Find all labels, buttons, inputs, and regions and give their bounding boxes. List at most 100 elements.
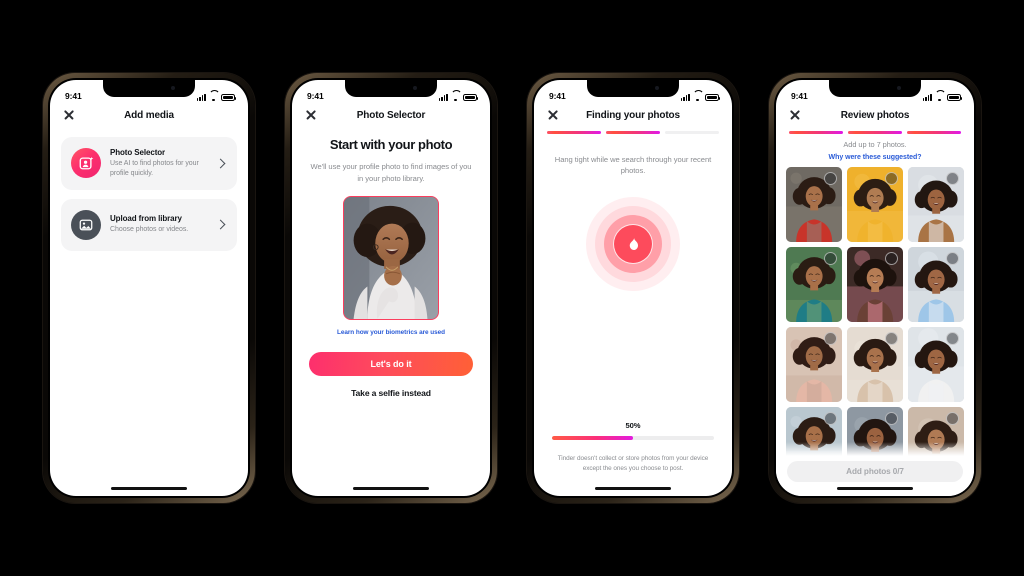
subtitle: We'll use your profile photo to find ima… [310, 162, 472, 183]
step-segment-3 [907, 131, 961, 134]
progress-bar-track [552, 435, 714, 441]
home-indicator [111, 486, 187, 490]
front-camera-icon [171, 86, 175, 90]
photo-select-checkbox[interactable] [824, 171, 838, 185]
photo-select-checkbox[interactable] [885, 331, 899, 345]
cellular-bars-icon [438, 94, 448, 101]
wifi-icon [935, 94, 944, 101]
photo-tile-9[interactable] [907, 326, 964, 402]
review-footer: Add photos 0/7 [776, 456, 974, 496]
battery-icon [221, 94, 237, 101]
photo-select-checkbox[interactable] [885, 411, 899, 425]
photo-tile-1[interactable] [786, 166, 843, 243]
option-title: Photo Selector [110, 148, 166, 157]
photo-select-checkbox[interactable] [824, 251, 838, 265]
photo-tile-2[interactable] [846, 166, 904, 243]
photo-tile-8[interactable] [846, 326, 904, 402]
photo-grid [786, 166, 964, 456]
photo-tile-5[interactable] [846, 246, 904, 323]
photo-grid-scroll[interactable] [776, 161, 974, 456]
phone-bezel: 9:41 Add media Photo Selector Use AI to … [48, 78, 250, 498]
home-indicator [837, 486, 913, 490]
photo-select-checkbox[interactable] [885, 171, 899, 185]
screen-photo-selector: 9:41 Photo Selector Start with your phot… [292, 80, 490, 496]
cellular-bars-icon [922, 94, 932, 101]
add-photos-button[interactable]: Add photos 0/7 [787, 461, 963, 482]
photo-select-checkbox[interactable] [945, 331, 959, 345]
photo-select-checkbox[interactable] [945, 251, 959, 265]
step-progress [776, 128, 974, 134]
screen-review-photos: 9:41 Review photos Add up to 7 photos. W… [776, 80, 974, 496]
photo-tile-4[interactable] [786, 246, 843, 323]
phone-2-photo-selector: 9:41 Photo Selector Start with your phot… [285, 73, 497, 503]
phone-1-add-media: 9:41 Add media Photo Selector Use AI to … [43, 73, 255, 503]
chevron-right-icon [215, 219, 226, 230]
screenshot-stage: 9:41 Add media Photo Selector Use AI to … [0, 0, 1024, 576]
photo-select-checkbox[interactable] [885, 251, 899, 265]
option-subtitle: Use AI to find photos for your profile q… [110, 159, 199, 177]
status-time: 9:41 [791, 91, 808, 101]
heading: Start with your photo [329, 137, 453, 152]
phone-bezel: 9:41 Photo Selector Start with your phot… [290, 78, 492, 498]
home-indicator [353, 486, 429, 490]
notch [829, 80, 921, 97]
progress-percent: 50% [625, 420, 641, 430]
photo-selector-body: Start with your photo We'll use your pro… [292, 128, 490, 496]
screen-add-media: 9:41 Add media Photo Selector Use AI to … [50, 80, 248, 496]
phone-bezel: 9:41 Finding your photos Hang tight whil… [532, 78, 734, 498]
photo-select-checkbox[interactable] [824, 331, 838, 345]
nav-bar: Finding your photos [534, 102, 732, 128]
photo-select-checkbox[interactable] [945, 411, 959, 425]
cellular-bars-icon [680, 94, 690, 101]
photo-tile-3[interactable] [907, 166, 964, 243]
nav-bar: Review photos [776, 102, 974, 128]
battery-icon [463, 94, 479, 101]
front-camera-icon [897, 86, 901, 90]
privacy-disclaimer: Tinder doesn't collect or store photos f… [557, 455, 709, 473]
photo-select-checkbox[interactable] [824, 411, 838, 425]
status-time: 9:41 [549, 91, 566, 101]
lets-do-it-button[interactable]: Let's do it [309, 351, 473, 376]
front-camera-icon [655, 86, 659, 90]
take-a-selfie-button[interactable]: Take a selfie instead [351, 388, 431, 398]
tinder-flame-icon [629, 238, 638, 251]
photo-select-checkbox[interactable] [945, 171, 959, 185]
option-text: Upload from library Choose photos or vid… [110, 214, 208, 235]
front-camera-icon [413, 86, 417, 90]
nav-bar: Photo Selector [292, 102, 490, 128]
page-title: Finding your photos [586, 109, 680, 121]
option-text: Photo Selector Use AI to find photos for… [110, 148, 208, 179]
profile-photo-preview[interactable] [343, 195, 439, 320]
wifi-icon [209, 94, 218, 101]
page-title: Add media [124, 109, 174, 121]
finding-photos-body: Hang tight while we search through your … [534, 134, 732, 496]
photo-limit-info: Add up to 7 photos. [843, 139, 907, 149]
photo-tile-6[interactable] [907, 246, 964, 323]
photo-tile-10[interactable] [786, 406, 843, 456]
option-upload-from-library[interactable]: Upload from library Choose photos or vid… [61, 198, 237, 251]
why-suggested-link[interactable]: Why were these suggested? [776, 154, 974, 161]
phone-bezel: 9:41 Review photos Add up to 7 photos. W… [774, 78, 976, 498]
progress-bar-fill [552, 435, 633, 441]
cellular-bars-icon [196, 94, 206, 101]
option-photo-selector[interactable]: Photo Selector Use AI to find photos for… [61, 137, 237, 190]
status-time: 9:41 [307, 91, 324, 101]
photo-selector-icon [71, 148, 101, 179]
add-media-options: Photo Selector Use AI to find photos for… [50, 128, 248, 251]
home-indicator [595, 486, 671, 490]
notch [587, 80, 679, 97]
phone-4-review-photos: 9:41 Review photos Add up to 7 photos. W… [769, 73, 981, 503]
photo-tile-7[interactable] [786, 326, 843, 402]
option-title: Upload from library [110, 214, 182, 224]
page-title: Review photos [840, 109, 910, 121]
status-time: 9:41 [65, 91, 82, 101]
phone-3-finding-photos: 9:41 Finding your photos Hang tight whil… [527, 73, 739, 503]
biometrics-link[interactable]: Learn how your biometrics are used [337, 329, 445, 336]
photo-tile-12[interactable] [907, 406, 964, 456]
subtitle: Hang tight while we search through your … [554, 154, 712, 176]
wifi-icon [693, 94, 702, 101]
photo-tile-11[interactable] [846, 406, 904, 456]
page-title: Photo Selector [356, 109, 426, 121]
notch [103, 80, 195, 97]
image-library-icon [71, 209, 101, 240]
